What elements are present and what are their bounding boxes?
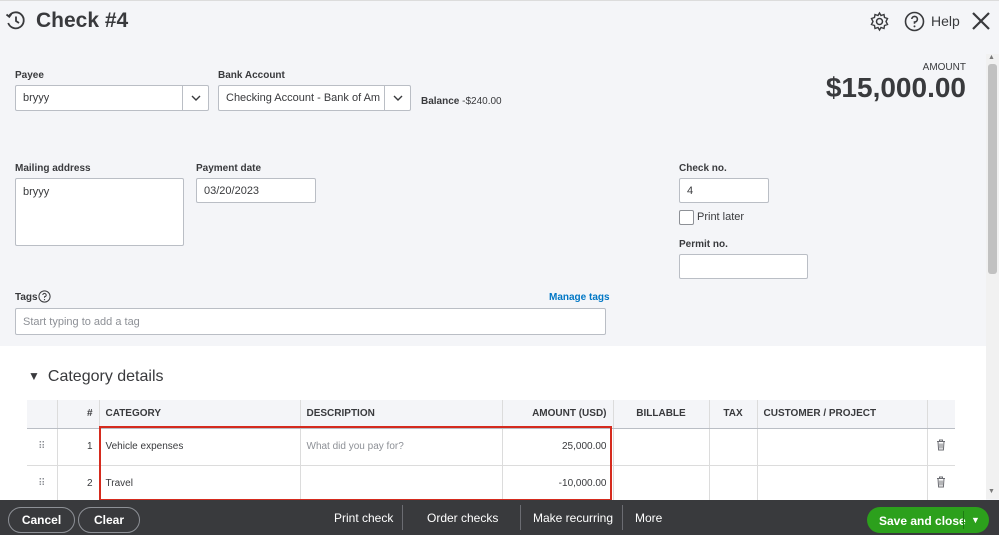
mailing-address-label: Mailing address xyxy=(15,163,91,174)
more-link[interactable]: More xyxy=(635,511,662,525)
footer-divider xyxy=(402,505,403,530)
drag-handle-icon[interactable]: ⠿ xyxy=(27,465,57,503)
scroll-up-icon[interactable]: ▲ xyxy=(988,54,995,61)
amount-value: $15,000.00 xyxy=(825,72,966,103)
save-and-close-button[interactable]: Save and close ▼ xyxy=(867,507,989,533)
tax-cell[interactable] xyxy=(708,465,757,503)
billable-cell[interactable] xyxy=(612,465,709,503)
chevron-down-icon[interactable] xyxy=(384,86,410,110)
tags-label: Tags xyxy=(15,292,38,303)
billable-cell[interactable] xyxy=(612,428,709,466)
footer-divider xyxy=(520,505,521,530)
gear-icon[interactable] xyxy=(869,11,890,32)
scroll-down-icon[interactable]: ▼ xyxy=(988,488,995,495)
row-number: 2 xyxy=(56,465,99,503)
clear-button[interactable]: Clear xyxy=(78,507,140,533)
balance-display: Balance -$240.00 xyxy=(421,96,502,107)
check-no-label: Check no. xyxy=(679,163,727,174)
page-header: Check #4 Help xyxy=(0,0,999,42)
category-cell[interactable]: Vehicle expenses xyxy=(98,428,300,466)
save-and-close-label: Save and close xyxy=(879,514,966,528)
customer-project-cell[interactable] xyxy=(756,428,927,466)
check-no-value: 4 xyxy=(687,184,694,197)
trash-icon[interactable] xyxy=(926,465,955,503)
collapse-triangle-icon[interactable]: ▼ xyxy=(28,369,40,383)
payment-date-label: Payment date xyxy=(196,163,262,174)
footer-bar: Cancel Clear Print check Order checks Ma… xyxy=(0,500,999,535)
category-details-section: ▼ Category details # CATEGORY DESCRIPTION… xyxy=(0,346,986,503)
balance-value: -$240.00 xyxy=(462,96,502,107)
make-recurring-link[interactable]: Make recurring xyxy=(533,511,613,525)
tax-cell[interactable] xyxy=(708,428,757,466)
column-header-customer-project: CUSTOMER / PROJECT xyxy=(756,400,927,429)
permit-no-label: Permit no. xyxy=(679,239,728,250)
mailing-address-value: bryyy xyxy=(23,186,50,198)
help-icon[interactable] xyxy=(904,11,925,32)
print-check-link[interactable]: Print check xyxy=(334,511,393,525)
amount-cell[interactable]: -10,000.00 xyxy=(501,465,613,503)
customer-project-cell[interactable] xyxy=(756,465,927,503)
column-header-amount: AMOUNT (USD) xyxy=(501,400,613,429)
column-header-billable: BILLABLE xyxy=(612,400,709,429)
actions-column-header xyxy=(926,400,955,429)
button-divider xyxy=(963,511,964,529)
description-cell[interactable] xyxy=(299,465,502,503)
chevron-down-icon[interactable] xyxy=(182,86,208,110)
table-row[interactable]: ⠿ 1 Vehicle expenses What did you pay fo… xyxy=(27,428,955,466)
print-later-label[interactable]: Print later xyxy=(697,211,744,223)
column-header-number: # xyxy=(56,400,99,429)
column-header-description: DESCRIPTION xyxy=(299,400,502,429)
cancel-button[interactable]: Cancel xyxy=(8,507,75,533)
payment-date-value: 03/20/2023 xyxy=(204,184,260,197)
table-row[interactable]: ⠿ 2 Travel -10,000.00 xyxy=(27,465,955,503)
balance-label: Balance xyxy=(421,96,460,107)
check-form: Payee bryyy Bank Account Checking Accoun… xyxy=(0,42,986,346)
page-title: Check #4 xyxy=(36,9,129,32)
payment-date-field[interactable]: 03/20/2023 xyxy=(196,178,316,203)
payee-combobox[interactable]: bryyy xyxy=(15,85,209,111)
column-header-tax: TAX xyxy=(708,400,757,429)
history-icon[interactable] xyxy=(5,10,27,32)
chevron-down-icon[interactable]: ▼ xyxy=(971,515,980,525)
check-no-field[interactable]: 4 xyxy=(679,178,769,203)
payee-label: Payee xyxy=(15,70,44,81)
footer-divider xyxy=(622,505,623,530)
payee-value: bryyy xyxy=(23,92,50,104)
drag-handle-icon[interactable]: ⠿ xyxy=(27,428,57,466)
column-header-category: CATEGORY xyxy=(98,400,300,429)
scrollbar[interactable]: ▲ ▼ xyxy=(986,54,999,499)
print-later-checkbox[interactable] xyxy=(679,210,694,225)
tags-input[interactable]: Start typing to add a tag xyxy=(15,308,606,335)
manage-tags-link[interactable]: Manage tags xyxy=(549,292,610,303)
mailing-address-field[interactable]: bryyy xyxy=(15,178,184,246)
order-checks-link[interactable]: Order checks xyxy=(427,511,498,525)
amount-cell[interactable]: 25,000.00 xyxy=(501,428,613,466)
row-number: 1 xyxy=(56,428,99,466)
bank-account-value: Checking Account - Bank of Amer xyxy=(226,92,380,104)
help-label[interactable]: Help xyxy=(931,13,960,29)
bank-account-combobox[interactable]: Checking Account - Bank of Amer xyxy=(218,85,411,111)
category-details-title: Category details xyxy=(47,368,164,385)
trash-icon[interactable] xyxy=(926,428,955,466)
tags-placeholder: Start typing to add a tag xyxy=(23,315,140,328)
bank-account-label: Bank Account xyxy=(218,70,285,81)
category-table: # CATEGORY DESCRIPTION AMOUNT (USD) BILL… xyxy=(27,400,955,503)
table-header-row: # CATEGORY DESCRIPTION AMOUNT (USD) BILL… xyxy=(27,400,955,429)
drag-column-header xyxy=(27,400,57,429)
help-icon[interactable] xyxy=(38,290,51,303)
close-icon[interactable] xyxy=(970,10,992,32)
category-cell[interactable]: Travel xyxy=(98,465,300,503)
permit-no-field[interactable] xyxy=(679,254,808,279)
scrollbar-thumb[interactable] xyxy=(988,64,997,274)
description-cell[interactable]: What did you pay for? xyxy=(299,428,502,466)
category-details-header[interactable]: ▼ Category details xyxy=(28,368,164,386)
